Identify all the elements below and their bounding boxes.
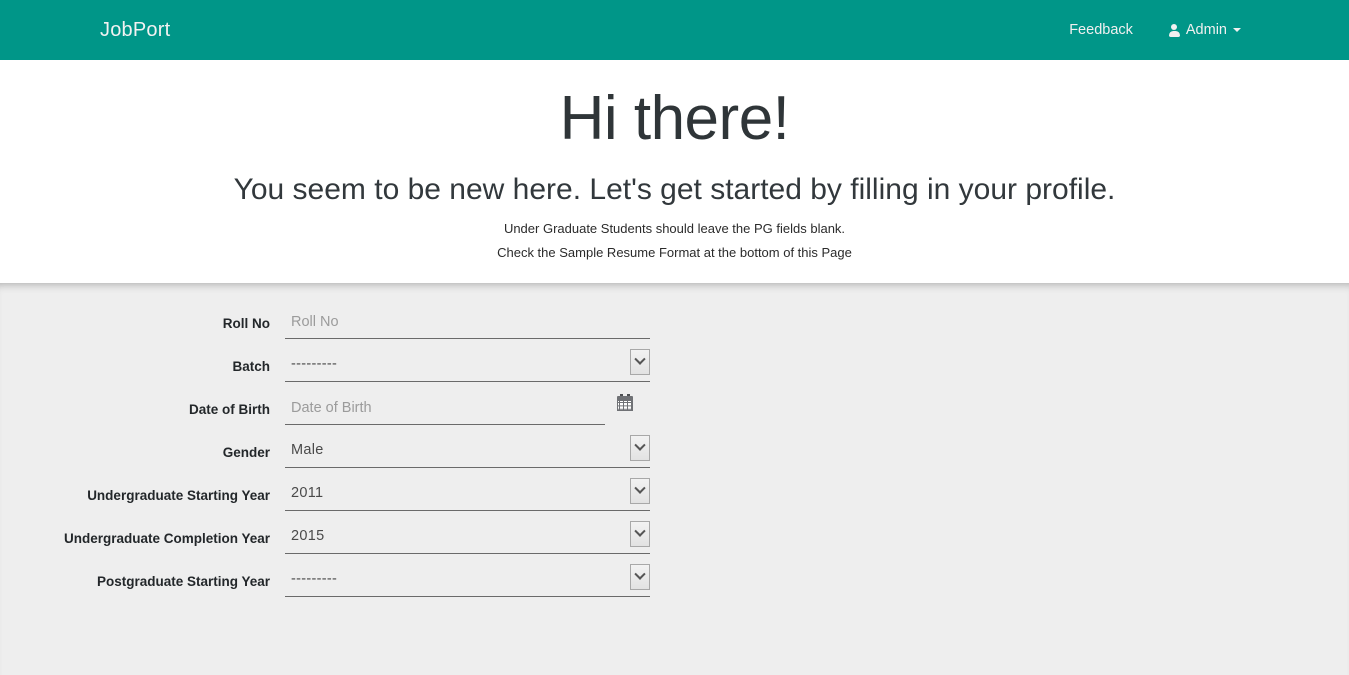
hero-note-pg-fields: Under Graduate Students should leave the… (503, 221, 846, 236)
undergraduate-completion-year-select[interactable]: 2015 (285, 520, 650, 554)
date-of-birth-input[interactable] (285, 391, 605, 425)
postgraduate-starting-year-chevron-down-icon[interactable] (630, 564, 650, 590)
form-row-date-of-birth: Date of Birth (0, 391, 1349, 425)
undergraduate-completion-year-value: 2015 (291, 528, 325, 544)
form-row-undergraduate-starting-year: Undergraduate Starting Year 2011 (0, 477, 1349, 511)
label-roll-no: Roll No (222, 316, 270, 331)
caret-down-icon (1233, 28, 1241, 32)
batch-select-chevron-down-icon[interactable] (630, 349, 650, 375)
undergraduate-starting-year-chevron-down-icon[interactable] (630, 478, 650, 504)
gender-select-value: Male (291, 442, 324, 458)
control-undergraduate-starting-year: 2011 (285, 477, 665, 511)
navbar-right-links: Feedback Admin (1051, 20, 1259, 40)
nav-dropdown-admin[interactable]: Admin (1151, 20, 1259, 40)
label-undergraduate-completion-year: Undergraduate Completion Year (63, 531, 270, 546)
undergraduate-starting-year-select[interactable]: 2011 (285, 477, 650, 511)
control-roll-no (285, 305, 665, 339)
form-row-batch: Batch --------- (0, 348, 1349, 382)
label-batch: Batch (232, 359, 270, 374)
roll-no-input[interactable] (285, 305, 650, 339)
gender-select[interactable]: Male (285, 434, 650, 468)
profile-form-section: Roll No Batch --------- Date of Birth (0, 283, 1349, 675)
page-title: Hi there! (559, 84, 790, 153)
top-navbar: JobPort Feedback Admin (0, 0, 1349, 60)
nav-link-feedback[interactable]: Feedback (1051, 20, 1151, 40)
nav-link-feedback-label: Feedback (1069, 22, 1133, 38)
nav-dropdown-admin-label: Admin (1185, 22, 1227, 38)
batch-select[interactable]: --------- (285, 348, 650, 382)
form-row-postgraduate-starting-year: Postgraduate Starting Year --------- (0, 563, 1349, 597)
control-date-of-birth (285, 391, 665, 425)
postgraduate-starting-year-select[interactable]: --------- (285, 563, 650, 597)
hero-note-sample-resume: Check the Sample Resume Format at the bo… (497, 245, 852, 260)
label-undergraduate-starting-year: Undergraduate Starting Year (87, 488, 270, 503)
form-row-roll-no: Roll No (0, 305, 1349, 339)
control-undergraduate-completion-year: 2015 (285, 520, 665, 554)
hero-section: Hi there! You seem to be new here. Let's… (0, 60, 1349, 283)
undergraduate-completion-year-chevron-down-icon[interactable] (630, 521, 650, 547)
form-row-undergraduate-completion-year: Undergraduate Completion Year 2015 (0, 520, 1349, 554)
gender-select-chevron-down-icon[interactable] (630, 435, 650, 461)
batch-select-value: --------- (291, 356, 338, 372)
label-date-of-birth: Date of Birth (189, 402, 270, 417)
postgraduate-starting-year-value: --------- (291, 571, 338, 587)
control-postgraduate-starting-year: --------- (285, 563, 665, 597)
control-batch: --------- (285, 348, 665, 382)
person-icon (1168, 23, 1180, 37)
control-gender: Male (285, 434, 665, 468)
brand-logo[interactable]: JobPort (100, 20, 170, 40)
undergraduate-starting-year-value: 2011 (291, 485, 324, 501)
page-subtitle: You seem to be new here. Let's get start… (233, 173, 1116, 206)
label-postgraduate-starting-year: Postgraduate Starting Year (96, 574, 270, 589)
label-gender: Gender (222, 445, 270, 460)
calendar-icon[interactable] (617, 394, 633, 411)
form-row-gender: Gender Male (0, 434, 1349, 468)
